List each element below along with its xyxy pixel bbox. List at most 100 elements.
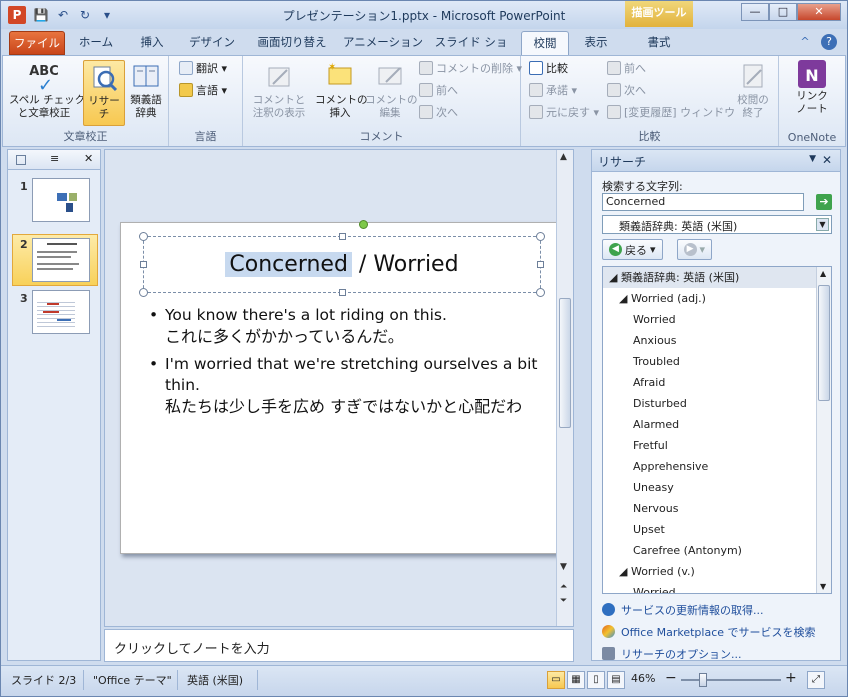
results-scroll-down-icon[interactable]: ▼ (820, 582, 826, 591)
accept-button[interactable]: 承諾 ▾ (529, 82, 577, 100)
close-pane-icon[interactable]: ✕ (822, 153, 832, 167)
zoom-in-button[interactable]: + (785, 670, 797, 686)
reading-view-button[interactable]: ▯ (587, 671, 605, 689)
maximize-button[interactable]: □ (769, 3, 797, 21)
tab-file[interactable]: ファイル (9, 31, 65, 55)
show-markup-button[interactable]: コメントと 注釈の表示 (247, 60, 311, 120)
zoom-slider-handle[interactable] (699, 673, 707, 687)
results-scrollbar[interactable]: ▲ ▼ (816, 267, 831, 593)
search-input[interactable]: Concerned (602, 193, 804, 211)
synonym-item[interactable]: Nervous (603, 498, 831, 519)
results-scroll-up-icon[interactable]: ▲ (820, 269, 826, 278)
synonym-item[interactable]: Carefree (Antonym) (603, 540, 831, 561)
result-section[interactable]: ◢ 類義語辞典: 英語 (米国) (603, 267, 831, 288)
resize-handle-tr[interactable] (536, 232, 545, 241)
source-select[interactable]: 類義語辞典: 英語 (米国) ▼ (602, 215, 832, 234)
close-button[interactable]: ✕ (797, 3, 841, 21)
rotation-handle[interactable] (359, 220, 368, 229)
tab-format[interactable]: 書式 (631, 31, 687, 55)
synonym-item[interactable]: Upset (603, 519, 831, 540)
office-marketplace-link[interactable]: Office Marketplace でサービスを検索 (602, 624, 816, 640)
result-section[interactable]: ◢ Worried (adj.) (603, 288, 831, 309)
language-button[interactable]: 言語 ▾ (179, 82, 227, 100)
forward-button[interactable]: ▶ ▾ (676, 239, 713, 260)
previous-slide-icon[interactable]: ⏶ (560, 582, 567, 592)
new-comment-button[interactable]: ✶ コメントの 挿入 (315, 60, 368, 120)
results-scroll-thumb[interactable] (818, 285, 830, 401)
spelling-button[interactable]: ABC ✓ スペル チェック と文章校正 (9, 60, 85, 120)
start-search-icon[interactable]: ➔ (816, 194, 832, 210)
tab-review[interactable]: 校閲 (521, 31, 569, 55)
synonym-item[interactable]: Alarmed (603, 414, 831, 435)
next-change-button[interactable]: 次へ (607, 82, 646, 100)
theme-indicator[interactable]: "Office テーマ" (93, 672, 172, 688)
previous-comment-button[interactable]: 前へ (419, 82, 458, 100)
resize-handle-tl[interactable] (139, 232, 148, 241)
ribbon-minimize-icon[interactable]: ^ (797, 34, 813, 50)
zoom-level[interactable]: 46% (631, 672, 655, 685)
pane-options-icon[interactable]: ▼ (809, 154, 816, 164)
content-placeholder[interactable]: You know there's a lot riding on this.これ… (149, 305, 539, 424)
normal-view-button[interactable]: ▭ (547, 671, 565, 689)
reviewing-pane-button[interactable]: [変更履歴] ウィンドウ (607, 104, 735, 122)
synonym-item[interactable]: Uneasy (603, 477, 831, 498)
reject-button[interactable]: 元に戻す ▾ (529, 104, 599, 122)
tab-transitions[interactable]: 画面切り替え (247, 31, 337, 55)
resize-handle-t[interactable] (339, 233, 346, 240)
synonym-item[interactable]: Worried (603, 582, 831, 593)
title-placeholder[interactable]: Concerned / Worried (139, 220, 545, 297)
zoom-out-button[interactable]: − (665, 670, 677, 686)
tab-view[interactable]: 表示 (573, 31, 619, 55)
tab-design[interactable]: デザイン (181, 31, 243, 55)
resize-handle-br[interactable] (536, 288, 545, 297)
resize-handle-b[interactable] (339, 289, 346, 296)
synonym-item[interactable]: Apprehensive (603, 456, 831, 477)
outline-tab-icon[interactable]: ≡ (50, 152, 59, 165)
linked-notes-button[interactable]: N リンク ノート (787, 60, 837, 116)
synonym-item[interactable]: Disturbed (603, 393, 831, 414)
delete-comment-button[interactable]: コメントの削除 ▾ (419, 60, 522, 78)
language-indicator[interactable]: 英語 (米国) (187, 672, 243, 688)
back-button[interactable]: ◀ 戻る ▾ (602, 239, 663, 260)
synonym-item[interactable]: Worried (603, 309, 831, 330)
slide-vertical-scrollbar[interactable]: ▲ ▼ ⏶ ⏷ (556, 150, 573, 626)
get-updates-link[interactable]: サービスの更新情報の取得... (602, 602, 764, 618)
current-slide[interactable]: Concerned / Worried You know there's a l… (120, 220, 562, 554)
resize-handle-bl[interactable] (139, 288, 148, 297)
compare-button[interactable]: 比較 (529, 60, 568, 78)
slideshow-view-button[interactable]: ▤ (607, 671, 625, 689)
tab-home[interactable]: ホーム (69, 31, 123, 55)
slide-thumbnail-2[interactable] (32, 238, 90, 282)
slide-sorter-view-button[interactable]: ▦ (567, 671, 585, 689)
tab-slideshow[interactable]: スライド ショー (429, 31, 513, 71)
scroll-down-icon[interactable]: ▼ (560, 562, 567, 572)
zoom-slider[interactable] (681, 679, 781, 681)
slide-thumbnail-3[interactable] (32, 290, 90, 334)
notes-pane[interactable]: クリックしてノートを入力 (104, 629, 574, 662)
synonym-item[interactable]: Troubled (603, 351, 831, 372)
tab-insert[interactable]: 挿入 (127, 31, 177, 55)
tab-animations[interactable]: アニメーション (341, 31, 425, 55)
scroll-up-icon[interactable]: ▲ (560, 152, 567, 162)
synonym-item[interactable]: Afraid (603, 372, 831, 393)
chevron-down-icon[interactable]: ▼ (816, 218, 829, 231)
translate-button[interactable]: 翻訳 ▾ (179, 60, 227, 78)
scroll-thumb[interactable] (559, 298, 571, 428)
research-button[interactable]: リサーチ (83, 60, 125, 126)
result-section[interactable]: ◢ Worried (v.) (603, 561, 831, 582)
fit-to-window-button[interactable]: ⤢ (807, 671, 825, 689)
previous-change-button[interactable]: 前へ (607, 60, 646, 78)
thesaurus-button[interactable]: 類義語 辞典 (127, 60, 165, 120)
next-slide-icon[interactable]: ⏷ (560, 596, 567, 606)
end-review-button[interactable]: 校閲の 終了 (731, 60, 775, 120)
close-panel-icon[interactable]: ✕ (84, 152, 93, 165)
edit-comment-button[interactable]: コメントの 編集 (365, 60, 418, 120)
synonym-item[interactable]: Fretful (603, 435, 831, 456)
synonym-item[interactable]: Anxious (603, 330, 831, 351)
research-options-link[interactable]: リサーチのオプション... (602, 646, 742, 662)
help-icon[interactable]: ? (821, 34, 837, 50)
slides-tab-icon[interactable] (16, 155, 26, 165)
minimize-button[interactable]: — (741, 3, 769, 21)
next-comment-button[interactable]: 次へ (419, 104, 458, 122)
slide-thumbnail-1[interactable] (32, 178, 90, 222)
